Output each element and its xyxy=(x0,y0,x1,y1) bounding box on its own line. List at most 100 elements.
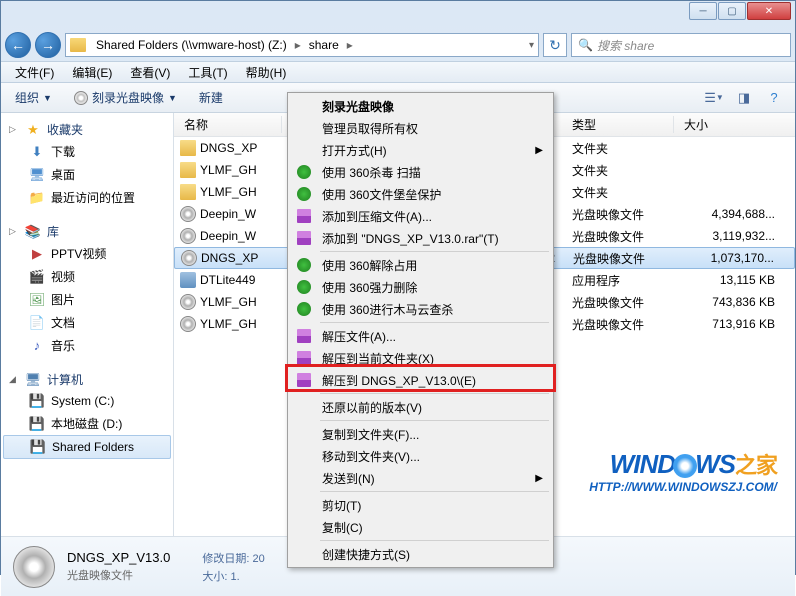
rar-icon xyxy=(296,372,312,388)
context-menu-item[interactable]: 使用 360杀毒 扫描 xyxy=(290,161,551,183)
context-menu-label: 剪切(T) xyxy=(322,497,361,514)
burn-button[interactable]: 刻录光盘映像▼ xyxy=(68,87,183,108)
view-mode-button[interactable]: ☰ ▼ xyxy=(701,87,727,109)
context-menu-item[interactable]: 管理员取得所有权 xyxy=(290,117,551,139)
context-menu-item[interactable]: 移动到文件夹(V)... xyxy=(290,445,551,467)
forward-button[interactable]: → xyxy=(35,32,61,58)
context-menu-item[interactable]: 剪切(T) xyxy=(290,494,551,516)
column-name[interactable]: 名称 xyxy=(174,116,282,133)
chevron-right-icon[interactable]: ▸ xyxy=(291,38,305,52)
column-size[interactable]: 大小 xyxy=(674,116,795,133)
rar-icon xyxy=(296,350,312,366)
video-icon: 🎬 xyxy=(29,269,45,285)
breadcrumb-seg[interactable]: share xyxy=(305,38,343,52)
file-type: 文件夹 xyxy=(562,140,674,157)
360-icon xyxy=(296,164,312,180)
disc-icon xyxy=(74,91,88,105)
context-separator xyxy=(320,393,549,394)
context-menu-label: 使用 360杀毒 扫描 xyxy=(322,164,421,181)
context-menu-item[interactable]: 解压到当前文件夹(X) xyxy=(290,347,551,369)
context-menu-label: 发送到(N) xyxy=(322,470,375,487)
newfolder-button[interactable]: 新建 xyxy=(193,87,229,108)
menu-tools[interactable]: 工具(T) xyxy=(180,62,235,83)
chevron-right-icon[interactable]: ▸ xyxy=(343,38,357,52)
folder-icon xyxy=(180,162,196,178)
sidebar-item-pictures[interactable]: 🖼图片 xyxy=(1,288,173,311)
context-menu-item[interactable]: 使用 360强力删除 xyxy=(290,276,551,298)
sidebar-item-music[interactable]: ♪音乐 xyxy=(1,334,173,357)
back-button[interactable]: ← xyxy=(5,32,31,58)
sidebar-computer-header[interactable]: ◢🖥计算机 xyxy=(1,369,173,390)
sidebar-item-shared-folders[interactable]: 💾Shared Folders xyxy=(3,435,171,459)
context-menu-item[interactable]: 复制到文件夹(F)... xyxy=(290,423,551,445)
context-menu-item[interactable]: 使用 360文件堡垒保护 xyxy=(290,183,551,205)
context-menu-item[interactable]: 解压到 DNGS_XP_V13.0\(E) xyxy=(290,369,551,391)
context-menu-item[interactable]: 复制(C) xyxy=(290,516,551,538)
sidebar-item-pptv[interactable]: ▶PPTV视频 xyxy=(1,242,173,265)
address-bar[interactable]: Shared Folders (\\vmware-host) (Z:) ▸ sh… xyxy=(65,33,539,57)
drive-icon: 💾 xyxy=(29,393,45,409)
context-menu-item[interactable]: 发送到(N)▶ xyxy=(290,467,551,489)
context-separator xyxy=(320,322,549,323)
document-icon: 📄 xyxy=(29,315,45,331)
sidebar-item-drive-c[interactable]: 💾System (C:) xyxy=(1,390,173,412)
address-dropdown-icon[interactable]: ▾ xyxy=(529,40,534,51)
file-type: 光盘映像文件 xyxy=(562,316,674,333)
file-name: YLMF_GH xyxy=(200,295,257,309)
context-menu-item[interactable]: 刻录光盘映像 xyxy=(290,95,551,117)
column-type[interactable]: 类型 xyxy=(562,116,674,133)
sidebar-libraries-header[interactable]: ▷📚库 xyxy=(1,221,173,242)
help-button[interactable]: ? xyxy=(761,87,787,109)
sidebar-item-drive-d[interactable]: 💾本地磁盘 (D:) xyxy=(1,412,173,435)
context-menu-item[interactable]: 创建快捷方式(S) xyxy=(290,543,551,565)
context-menu-item[interactable]: 使用 360进行木马云查杀 xyxy=(290,298,551,320)
context-menu-item[interactable]: 使用 360解除占用 xyxy=(290,254,551,276)
context-menu-label: 打开方式(H) xyxy=(322,142,387,159)
minimize-button[interactable]: ─ xyxy=(689,2,717,20)
context-menu-item[interactable]: 还原以前的版本(V) xyxy=(290,396,551,418)
refresh-button[interactable]: ↻ xyxy=(543,33,567,57)
menu-edit[interactable]: 编辑(E) xyxy=(64,62,120,83)
video-icon: ▶ xyxy=(29,246,45,262)
rar-icon xyxy=(296,208,312,224)
star-icon: ★ xyxy=(25,122,41,138)
desktop-icon: 🖥 xyxy=(29,167,45,183)
search-input[interactable]: 🔍 搜索 share xyxy=(571,33,791,57)
watermark-url: HTTP://WWW.WINDOWSZJ.COM/ xyxy=(589,480,777,494)
folder-icon xyxy=(180,140,196,156)
computer-icon: 🖥 xyxy=(25,372,41,388)
context-menu-label: 解压到当前文件夹(X) xyxy=(322,350,434,367)
context-menu-item[interactable]: 打开方式(H)▶ xyxy=(290,139,551,161)
sidebar-item-videos[interactable]: 🎬视频 xyxy=(1,265,173,288)
file-name: YLMF_GH xyxy=(200,317,257,331)
context-menu-item[interactable]: 添加到 "DNGS_XP_V13.0.rar"(T) xyxy=(290,227,551,249)
menu-help[interactable]: 帮助(H) xyxy=(238,62,295,83)
context-separator xyxy=(320,420,549,421)
sidebar-favorites-header[interactable]: ▷★收藏夹 xyxy=(1,119,173,140)
details-icon xyxy=(13,546,55,588)
maximize-button[interactable]: ▢ xyxy=(718,2,746,20)
library-icon: 📚 xyxy=(25,224,41,240)
file-name: DNGS_XP xyxy=(201,251,258,265)
360-icon xyxy=(296,257,312,273)
sidebar-item-recent[interactable]: 📁最近访问的位置 xyxy=(1,186,173,209)
organize-button[interactable]: 组织▼ xyxy=(9,87,58,108)
details-mod-value: 20 xyxy=(252,553,264,565)
preview-pane-button[interactable]: ◨ xyxy=(731,87,757,109)
context-menu-item[interactable]: 解压文件(A)... xyxy=(290,325,551,347)
menu-file[interactable]: 文件(F) xyxy=(7,62,62,83)
menu-view[interactable]: 查看(V) xyxy=(122,62,178,83)
breadcrumb-seg[interactable]: Shared Folders (\\vmware-host) (Z:) xyxy=(92,38,291,52)
explorer-window: ─ ▢ ✕ ← → Shared Folders (\\vmware-host)… xyxy=(0,0,796,575)
file-size: 1,073,170... xyxy=(675,251,794,265)
file-type: 光盘映像文件 xyxy=(562,206,674,223)
context-menu-label: 添加到压缩文件(A)... xyxy=(322,208,432,225)
details-filename: DNGS_XP_V13.0 xyxy=(67,550,170,565)
sidebar-item-documents[interactable]: 📄文档 xyxy=(1,311,173,334)
close-button[interactable]: ✕ xyxy=(747,2,791,20)
context-menu-item[interactable]: 添加到压缩文件(A)... xyxy=(290,205,551,227)
sidebar-item-desktop[interactable]: 🖥桌面 xyxy=(1,163,173,186)
sidebar-item-downloads[interactable]: ⬇下载 xyxy=(1,140,173,163)
rar-icon xyxy=(296,328,312,344)
iso-icon xyxy=(13,546,55,588)
